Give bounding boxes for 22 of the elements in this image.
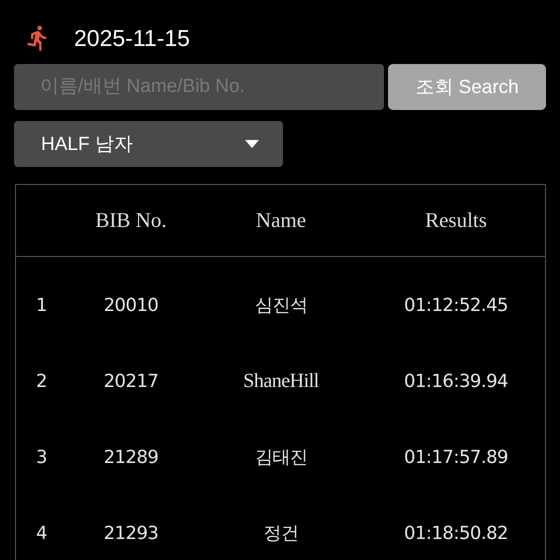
result-cell-text: 01:18:50.82 <box>403 522 509 544</box>
bib-cell-text: 20217 <box>102 370 160 392</box>
column-header: Name <box>254 208 308 233</box>
rank-cell-text: 4 <box>35 522 48 544</box>
column-header: Results <box>424 208 488 233</box>
bib-cell-text: 20010 <box>102 294 160 316</box>
name-cell-text: ShaneHill <box>242 370 320 392</box>
result-cell-text: 01:17:57.89 <box>403 446 509 468</box>
rank-cell-text: 2 <box>35 370 48 392</box>
rank-cell-text: 3 <box>35 446 48 468</box>
bib-cell-text: 21293 <box>102 522 160 544</box>
name-cell-text: 김태진 <box>254 446 308 469</box>
category-dropdown[interactable]: HALF 남자 <box>14 121 283 167</box>
race-date: 2025-11-15 <box>74 24 190 52</box>
name-cell-text: 심진석 <box>254 294 308 317</box>
bib-cell-text: 21289 <box>102 446 160 468</box>
result-cell-text: 01:12:52.45 <box>403 294 509 316</box>
caret-icon <box>245 140 259 148</box>
rank-cell-text: 1 <box>35 294 48 316</box>
column-header: BIB No. <box>94 208 168 233</box>
result-cell-text: 01:16:39.94 <box>403 370 509 392</box>
name-cell-text: 정건 <box>262 522 300 545</box>
